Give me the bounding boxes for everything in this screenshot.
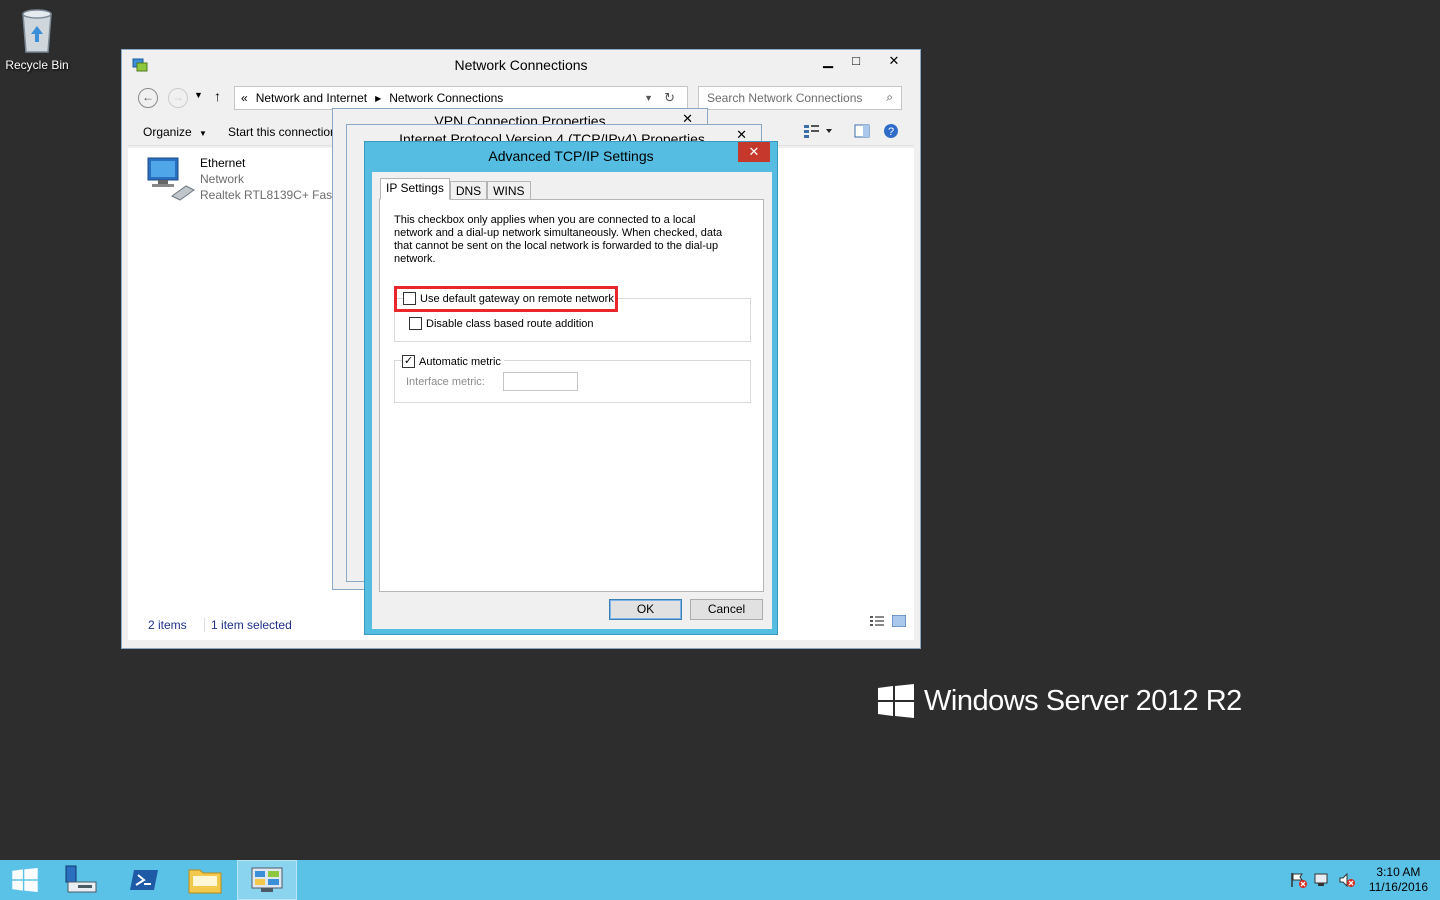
ip-settings-panel: This checkbox only applies when you are … bbox=[379, 199, 764, 592]
refresh-icon[interactable]: ↻ bbox=[664, 90, 675, 106]
forward-arrow-icon[interactable]: → bbox=[168, 88, 188, 108]
details-view-icon[interactable] bbox=[870, 615, 884, 630]
address-dropdown-icon[interactable]: ▼ bbox=[644, 93, 653, 103]
up-arrow-icon[interactable]: ↑ bbox=[214, 88, 221, 104]
maximize-button[interactable]: □ bbox=[842, 51, 870, 71]
item-count: 2 items bbox=[148, 618, 187, 632]
action-center-flag-icon[interactable] bbox=[1290, 872, 1308, 888]
taskbar: 3:10 AM 11/16/2016 bbox=[0, 860, 1440, 900]
dialog-title: Advanced TCP/IP Settings bbox=[488, 148, 654, 164]
recycle-bin-label: Recycle Bin bbox=[5, 58, 69, 72]
tab-strip: IP Settings DNS WINS bbox=[380, 178, 531, 200]
svg-text:?: ? bbox=[888, 126, 894, 138]
search-icon[interactable]: ⌕ bbox=[886, 90, 893, 105]
search-input[interactable]: Search Network Connections ⌕ bbox=[698, 86, 902, 110]
search-placeholder: Search Network Connections bbox=[707, 91, 863, 105]
disable-class-route-box[interactable] bbox=[409, 317, 422, 330]
system-clock[interactable]: 3:10 AM 11/16/2016 bbox=[1369, 865, 1428, 895]
automatic-metric-box[interactable]: ✓ bbox=[402, 355, 415, 368]
connection-type: Network bbox=[200, 172, 245, 186]
clock-date: 11/16/2016 bbox=[1368, 880, 1428, 894]
server-manager-icon bbox=[65, 865, 97, 893]
control-panel-icon bbox=[251, 867, 283, 892]
disable-class-route-label: Disable class based route addition bbox=[426, 317, 594, 330]
automatic-metric-label: Automatic metric bbox=[419, 355, 501, 368]
breadcrumb-network-connections[interactable]: Network Connections bbox=[389, 91, 503, 105]
start-connection-button[interactable]: Start this connection bbox=[228, 125, 336, 139]
interface-metric-field[interactable] bbox=[503, 372, 578, 391]
highlight-box bbox=[394, 286, 618, 312]
tab-ip-settings[interactable]: IP Settings bbox=[380, 178, 450, 200]
gateway-info-text: This checkbox only applies when you are … bbox=[394, 214, 723, 265]
breadcrumb-network-and-internet[interactable]: Network and Internet bbox=[256, 91, 367, 105]
volume-muted-icon[interactable] bbox=[1338, 872, 1356, 888]
connection-device: Realtek RTL8139C+ Fast E bbox=[200, 188, 332, 202]
network-status-icon[interactable] bbox=[1314, 872, 1332, 888]
minimize-button[interactable]: ▁ bbox=[814, 51, 842, 71]
breadcrumb-prefix[interactable]: « bbox=[241, 91, 248, 105]
automatic-metric-checkbox[interactable]: ✓ Automatic metric bbox=[402, 355, 504, 368]
change-view-icon[interactable] bbox=[804, 124, 834, 141]
dialog-close-button[interactable]: ✕ bbox=[738, 142, 770, 162]
ethernet-connection-item[interactable]: Ethernet Network Realtek RTL8139C+ Fast … bbox=[146, 156, 332, 205]
tab-wins[interactable]: WINS bbox=[487, 181, 531, 200]
connection-name: Ethernet bbox=[200, 156, 246, 170]
windows-logo-icon bbox=[878, 684, 914, 718]
interface-metric-label: Interface metric: bbox=[406, 376, 485, 388]
server-manager-taskbar-button[interactable] bbox=[52, 860, 112, 900]
window-title: Network Connections bbox=[454, 57, 588, 73]
organize-button[interactable]: Organize ▼ bbox=[143, 125, 207, 139]
organize-dropdown-icon: ▼ bbox=[199, 129, 207, 138]
network-connections-taskbar-button[interactable] bbox=[237, 860, 297, 900]
folder-icon bbox=[188, 869, 222, 894]
branding-text: Windows Server 2012 R2 bbox=[924, 684, 1242, 717]
back-arrow-icon[interactable]: ← bbox=[138, 88, 158, 108]
organize-label: Organize bbox=[143, 125, 192, 139]
powershell-icon bbox=[130, 870, 158, 890]
trash-icon bbox=[17, 6, 57, 54]
cancel-button[interactable]: Cancel bbox=[690, 599, 763, 620]
tab-dns[interactable]: DNS bbox=[449, 181, 488, 200]
clock-time: 3:10 AM bbox=[1376, 865, 1421, 879]
recycle-bin-icon[interactable]: Recycle Bin bbox=[4, 6, 70, 72]
close-button[interactable]: ✕ bbox=[872, 51, 916, 71]
network-adapter-icon bbox=[147, 157, 195, 201]
preview-pane-icon[interactable] bbox=[854, 124, 870, 141]
address-bar[interactable]: « Network and Internet ▶ Network Connect… bbox=[234, 86, 688, 110]
advanced-tcpip-dialog: Advanced TCP/IP Settings ✕ IP Settings D… bbox=[364, 141, 778, 635]
recent-locations-icon[interactable]: ▼ bbox=[194, 90, 203, 100]
selection-count: 1 item selected bbox=[204, 618, 292, 632]
windows-branding: Windows Server 2012 R2 bbox=[878, 684, 1242, 718]
disable-class-route-checkbox[interactable]: Disable class based route addition bbox=[409, 317, 597, 330]
file-explorer-taskbar-button[interactable] bbox=[176, 860, 236, 900]
powershell-taskbar-button[interactable] bbox=[114, 860, 174, 900]
windows-start-icon bbox=[12, 868, 38, 892]
dialog-body: IP Settings DNS WINS This checkbox only … bbox=[372, 172, 772, 629]
help-icon[interactable]: ? bbox=[883, 123, 899, 142]
status-bar: 2 items 1 item selected bbox=[148, 618, 292, 632]
breadcrumb-separator-icon[interactable]: ▶ bbox=[375, 94, 381, 103]
large-icons-view-icon[interactable] bbox=[891, 614, 907, 630]
start-button[interactable] bbox=[0, 860, 60, 900]
ok-button[interactable]: OK bbox=[609, 599, 682, 620]
window-titlebar[interactable]: Network Connections ▁ □ ✕ bbox=[122, 50, 920, 80]
